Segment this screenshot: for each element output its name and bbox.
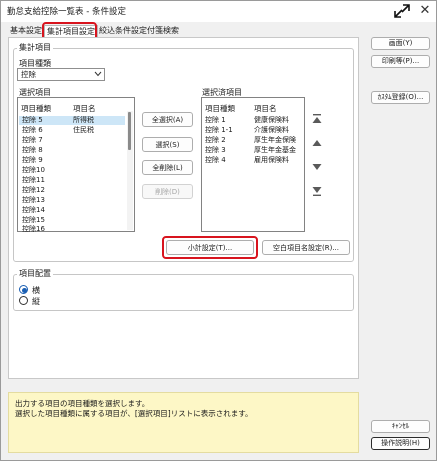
selected-row-name: 健康保険料: [254, 116, 289, 124]
available-row-type[interactable]: 控除13: [22, 196, 45, 205]
selected-row-type[interactable]: 控除 1-1: [205, 126, 233, 135]
selected-row-name: 厚生年金保険: [254, 136, 296, 144]
selected-col-name: 項目名: [254, 104, 277, 113]
selected-row-type[interactable]: 控除 2: [205, 136, 226, 145]
available-row-name: 所得税: [73, 116, 94, 124]
selected-col-type: 項目種類: [205, 104, 235, 113]
selected-row-name: 雇用保険料: [254, 156, 289, 164]
cancel-button[interactable]: ｷｬﾝｾﾙ: [371, 420, 430, 433]
layout-horizontal-label[interactable]: 横: [32, 285, 40, 296]
layout-vertical-label[interactable]: 縦: [32, 296, 40, 307]
expand-icon[interactable]: [393, 3, 411, 19]
layout-vertical-radio[interactable]: [19, 296, 28, 305]
available-row-type[interactable]: 控除16: [22, 225, 45, 234]
remove-button[interactable]: 削除(D): [142, 184, 193, 199]
item-type-value: 控除: [21, 70, 36, 79]
window-title: 勤怠支給控除一覧表 - 条件設定: [7, 7, 126, 17]
tab-basic-settings[interactable]: 基本設定: [10, 24, 42, 38]
available-row-name: 住民税: [73, 126, 94, 134]
available-scrollbar-thumb[interactable]: [128, 112, 131, 150]
radio-selected-dot: [22, 288, 27, 293]
available-row-type[interactable]: 控除14: [22, 206, 45, 215]
move-down-icon[interactable]: [311, 161, 323, 173]
hint-panel: 出力する項目の項目種類を選択します。 選択した項目種類に属する項目が、[選択項目…: [8, 392, 359, 453]
layout-group-label: 項目配置: [17, 268, 53, 279]
item-type-select[interactable]: 控除: [17, 68, 105, 81]
close-icon[interactable]: ✕: [418, 4, 432, 18]
available-row-type[interactable]: 控除11: [22, 176, 45, 185]
move-top-icon[interactable]: [311, 113, 323, 125]
subtotal-highlight-box: [162, 236, 258, 259]
available-row-type[interactable]: 控除 8: [22, 146, 43, 155]
move-bottom-icon[interactable]: [311, 185, 323, 197]
layout-group-frame: [13, 274, 354, 311]
available-row-type[interactable]: 控除10: [22, 166, 45, 175]
move-up-icon[interactable]: [311, 137, 323, 149]
selected-row-type[interactable]: 控除 3: [205, 146, 226, 155]
available-row-type[interactable]: 控除 7: [22, 136, 43, 145]
available-row-type[interactable]: 控除 6: [22, 126, 43, 135]
tab-sticky-search[interactable]: 付箋検索: [147, 24, 179, 38]
selected-row-type[interactable]: 控除 4: [205, 156, 226, 165]
summary-group-label: 集計項目: [17, 42, 53, 53]
available-col-name: 項目名: [73, 104, 96, 113]
selected-row-name: 介護保険料: [254, 126, 289, 134]
selected-row-name: 厚生年金基金: [254, 146, 296, 154]
screen-button[interactable]: 画面(Y): [371, 37, 430, 50]
blank-item-name-button[interactable]: 空白項目名設定(R)...: [262, 240, 350, 255]
hint-line-1: 出力する項目の項目種類を選択します。: [15, 399, 150, 408]
custom-register-button[interactable]: ｶｽﾀﾑ登録(O)...: [371, 91, 430, 104]
selected-row-type[interactable]: 控除 1: [205, 116, 226, 125]
available-row-type[interactable]: 控除12: [22, 186, 45, 195]
available-row-type: 控除 5: [22, 116, 43, 124]
print-button[interactable]: 印刷等(P)...: [371, 55, 430, 68]
available-row-type[interactable]: 控除15: [22, 216, 45, 225]
available-row-type[interactable]: 控除 9: [22, 156, 43, 165]
hint-line-2: 選択した項目種類に属する項目が、[選択項目]リストに表示されます。: [15, 409, 253, 418]
help-button[interactable]: 操作説明(H): [371, 437, 430, 450]
tab-filter-conditions[interactable]: 絞込条件設定: [99, 24, 147, 38]
available-col-type: 項目種類: [21, 104, 51, 113]
remove-all-button[interactable]: 全削除(L): [142, 160, 193, 175]
select-button[interactable]: 選択(S): [142, 137, 193, 152]
select-all-button[interactable]: 全選択(A): [142, 112, 193, 127]
chevron-down-icon: [94, 71, 102, 77]
